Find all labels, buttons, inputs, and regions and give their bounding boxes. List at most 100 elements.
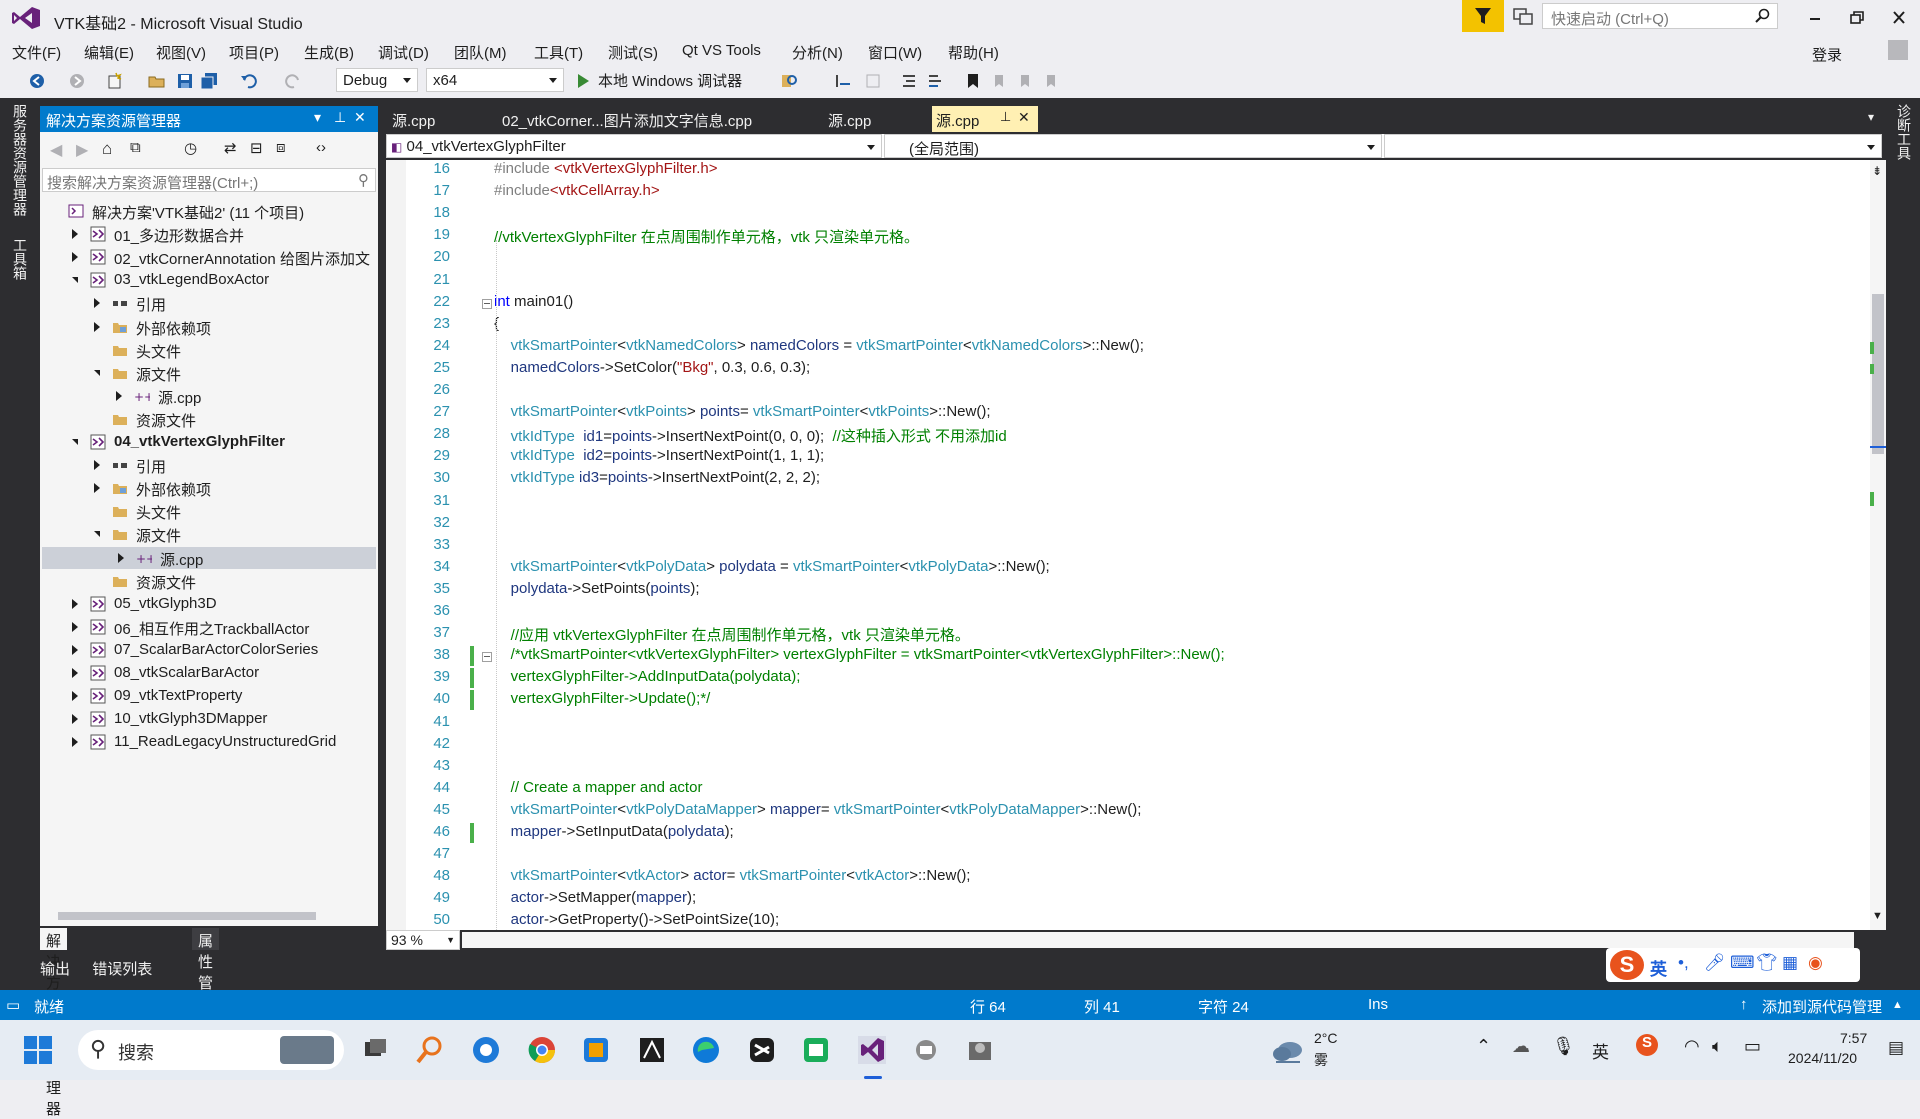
collapse-all-icon[interactable]: ⊟ xyxy=(250,139,263,157)
expanded-arrow-icon[interactable] xyxy=(94,369,100,376)
notification-icon[interactable] xyxy=(1512,6,1534,26)
tree-item[interactable]: 引用 xyxy=(40,292,374,314)
scrollbar-thumb[interactable] xyxy=(58,912,316,920)
new-project-icon[interactable] xyxy=(106,72,124,90)
doc-tab-1[interactable]: 源.cpp xyxy=(388,106,439,132)
feedback-filter-button[interactable] xyxy=(1462,0,1504,32)
account-avatar-icon[interactable] xyxy=(1888,40,1908,60)
open-file-icon[interactable] xyxy=(148,72,166,90)
collapsed-arrow-icon[interactable] xyxy=(72,229,78,240)
solution-configuration-select[interactable]: Debug xyxy=(336,68,418,92)
quick-launch-input[interactable]: 快速启动 (Ctrl+Q) xyxy=(1542,3,1778,29)
menu-window[interactable]: 窗口(W) xyxy=(868,42,922,63)
tree-item[interactable]: ++ 源.cpp xyxy=(40,385,374,407)
menu-edit[interactable]: 编辑(E) xyxy=(84,42,134,63)
windows-start-icon[interactable] xyxy=(22,1034,54,1066)
collapsed-arrow-icon[interactable] xyxy=(72,691,78,702)
toolbox-grid-icon[interactable]: ▦ xyxy=(1782,953,1798,973)
add-to-source-control[interactable]: 添加到源代码管理 xyxy=(1762,996,1882,1017)
menu-test[interactable]: 测试(S) xyxy=(608,42,658,63)
view-code-icon[interactable]: ‹› xyxy=(316,139,326,156)
tree-item[interactable]: 06_相互作用之TrackballActor xyxy=(40,616,374,638)
capcut-icon[interactable] xyxy=(746,1034,778,1066)
notification-center-icon[interactable]: ▤ xyxy=(1888,1038,1904,1058)
tab-error-list[interactable]: 错误列表 xyxy=(92,961,152,978)
tree-item[interactable]: 源文件 xyxy=(40,362,374,384)
expanded-arrow-icon[interactable] xyxy=(72,439,78,445)
ime-language[interactable]: 英 xyxy=(1650,955,1667,980)
ime-mascot-icon[interactable]: ◉ xyxy=(1808,953,1823,973)
clock-time[interactable]: 7:57 xyxy=(1840,1030,1867,1046)
tree-item[interactable]: 外部依赖项 xyxy=(40,477,374,499)
menu-analyze[interactable]: 分析(N) xyxy=(792,42,843,63)
member-dropdown[interactable] xyxy=(1384,134,1882,158)
undo-icon[interactable] xyxy=(240,72,258,90)
tab-property-manager[interactable]: 属性管理器 xyxy=(192,928,220,1034)
expanded-arrow-icon[interactable] xyxy=(72,277,78,284)
volume-icon[interactable]: 🔈︎ xyxy=(1712,1036,1723,1057)
chevron-up-icon[interactable]: ▲ xyxy=(1892,999,1903,1011)
chrome-icon[interactable] xyxy=(526,1034,558,1066)
qq-browser-icon[interactable] xyxy=(470,1034,502,1066)
tree-item[interactable]: 04_vtkVertexGlyphFilter xyxy=(40,431,374,453)
start-debugging-icon[interactable] xyxy=(574,72,592,90)
menu-help[interactable]: 帮助(H) xyxy=(948,42,999,63)
collapsed-arrow-icon[interactable] xyxy=(72,644,78,655)
menu-tools[interactable]: 工具(T) xyxy=(534,42,583,63)
tree-item[interactable]: 08_vtkScalarBarActor xyxy=(40,662,374,684)
pin-icon[interactable]: ⊥ xyxy=(334,109,346,126)
tree-item[interactable]: 资源文件 xyxy=(40,408,374,430)
tree-item[interactable]: 头文件 xyxy=(40,500,374,522)
tree-item[interactable]: 05_vtkGlyph3D xyxy=(40,593,374,615)
tree-item[interactable]: 01_多边形数据合并 xyxy=(40,223,374,245)
find-in-files-icon[interactable] xyxy=(780,72,798,90)
collapsed-arrow-icon[interactable] xyxy=(94,460,100,471)
step-into-icon[interactable] xyxy=(834,72,852,90)
scroll-down-icon[interactable]: ▼ xyxy=(1872,910,1883,922)
pending-changes-filter-icon[interactable]: ◷ xyxy=(184,139,197,157)
code-editor[interactable]: 16 #include <vtkVertexGlyphFilter.h> 17 #in… xyxy=(386,160,1870,930)
next-bookmark-icon[interactable] xyxy=(1016,72,1034,90)
restore-icon[interactable] xyxy=(1846,8,1870,28)
collapsed-arrow-icon[interactable] xyxy=(72,598,78,609)
collapsed-arrow-icon[interactable] xyxy=(72,714,78,725)
tree-item[interactable]: 03_vtkLegendBoxActor xyxy=(40,269,374,291)
sign-in-link[interactable]: 登录 xyxy=(1812,44,1842,65)
doc-tab-3[interactable]: 源.cpp xyxy=(824,106,875,132)
collapsed-arrow-icon[interactable] xyxy=(94,298,100,309)
search-app-icon[interactable] xyxy=(414,1034,446,1066)
scope-dropdown[interactable]: (全局范围) xyxy=(884,134,1382,158)
collapse-outline-icon[interactable] xyxy=(482,298,492,309)
scrollbar-thumb[interactable] xyxy=(1872,294,1884,454)
switch-views-icon[interactable]: ⧉ xyxy=(130,139,141,156)
bookmark-icon[interactable] xyxy=(964,72,982,90)
tree-item[interactable]: 10_vtkGlyph3DMapper xyxy=(40,708,374,730)
wechat-work-icon[interactable] xyxy=(800,1034,832,1066)
pin-icon[interactable]: ⊥ xyxy=(1000,109,1011,125)
menu-debug[interactable]: 调试(D) xyxy=(378,42,429,63)
zoom-select[interactable]: 93 % ▼ xyxy=(386,930,460,950)
sogou-tray-icon[interactable]: S xyxy=(1636,1034,1658,1056)
menu-project[interactable]: 项目(P) xyxy=(229,42,279,63)
collapsed-arrow-icon[interactable] xyxy=(72,252,78,263)
collapsed-arrow-icon[interactable] xyxy=(94,483,100,494)
menu-team[interactable]: 团队(M) xyxy=(454,42,507,63)
microphone-icon[interactable]: 🎤︎ xyxy=(1704,953,1726,973)
show-all-files-icon[interactable]: ⧈ xyxy=(276,139,286,156)
previous-bookmark-icon[interactable] xyxy=(990,72,1008,90)
breakpoint-window-icon[interactable] xyxy=(864,72,882,90)
sync-icon[interactable]: ⇄ xyxy=(224,139,237,157)
uncomment-lines-icon[interactable] xyxy=(926,72,944,90)
close-icon[interactable] xyxy=(1888,8,1912,28)
collapsed-arrow-icon[interactable] xyxy=(72,737,78,748)
tab-output[interactable]: 输出 xyxy=(40,961,70,978)
explorer-app-icon[interactable] xyxy=(964,1034,996,1066)
tree-item[interactable]: 头文件 xyxy=(40,339,374,361)
save-all-icon[interactable] xyxy=(200,72,218,90)
redo-icon[interactable] xyxy=(284,72,302,90)
solution-search-input[interactable]: 搜索解决方案资源管理器(Ctrl+;) ⚲ xyxy=(42,168,376,192)
tree-item[interactable]: 09_vtkTextProperty xyxy=(40,685,374,707)
battery-icon[interactable]: ▭ xyxy=(1744,1036,1761,1057)
tree-item[interactable]: 解决方案'VTK基础2' (11 个项目) xyxy=(40,200,374,222)
menu-file[interactable]: 文件(F) xyxy=(12,42,61,63)
